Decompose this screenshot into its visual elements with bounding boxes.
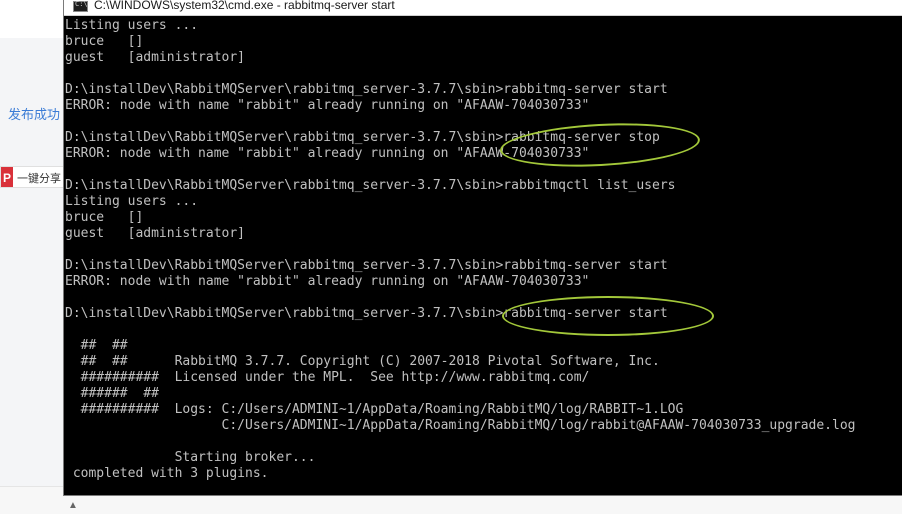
console-line: ERROR: node with name "rabbit" already r…	[65, 274, 590, 289]
console-line: guest [administrator]	[65, 226, 246, 241]
console-line: ########## Licensed under the MPL. See h…	[65, 370, 590, 385]
console-line: Listing users ...	[65, 194, 199, 209]
console-line: D:\installDev\RabbitMQServer\rabbitmq_se…	[65, 130, 660, 145]
console-line: D:\installDev\RabbitMQServer\rabbitmq_se…	[65, 258, 668, 273]
publish-status-text: 发布成功	[8, 107, 61, 122]
console-line: D:\installDev\RabbitMQServer\rabbitmq_se…	[65, 306, 668, 321]
console-line: ERROR: node with name "rabbit" already r…	[65, 98, 590, 113]
share-logo-badge: P	[1, 167, 13, 187]
share-button-label: 一键分享	[17, 173, 61, 185]
console-line: Listing users ...	[65, 18, 199, 33]
console-line: ## ##	[65, 338, 128, 353]
console-icon	[73, 0, 88, 12]
console-line: D:\installDev\RabbitMQServer\rabbitmq_se…	[65, 178, 676, 193]
cmd-window[interactable]: C:\WINDOWS\system32\cmd.exe - rabbitmq-s…	[64, 0, 902, 495]
window-title: C:\WINDOWS\system32\cmd.exe - rabbitmq-s…	[94, 0, 395, 12]
console-line: ###### ##	[65, 386, 159, 401]
console-line: ## ## RabbitMQ 3.7.7. Copyright (C) 2007…	[65, 354, 660, 369]
console-line: guest [administrator]	[65, 50, 246, 65]
console-line: completed with 3 plugins.	[65, 466, 269, 481]
console-line: D:\installDev\RabbitMQServer\rabbitmq_se…	[65, 82, 668, 97]
share-button[interactable]: P 一键分享	[0, 166, 70, 188]
console-line: bruce []	[65, 210, 144, 225]
console-output[interactable]: Listing users ... bruce [] guest [administ…	[64, 17, 902, 495]
console-line: bruce []	[65, 34, 144, 49]
window-titlebar[interactable]: C:\WINDOWS\system32\cmd.exe - rabbitmq-s…	[64, 0, 902, 16]
background-header	[0, 0, 70, 38]
chevron-down-icon[interactable]: ▲	[68, 500, 78, 511]
console-line: ERROR: node with name "rabbit" already r…	[65, 146, 590, 161]
console-line: C:/Users/ADMINI~1/AppData/Roaming/Rabbit…	[65, 418, 856, 433]
console-line: ########## Logs: C:/Users/ADMINI~1/AppDa…	[65, 402, 684, 417]
console-line: Starting broker...	[65, 450, 316, 465]
